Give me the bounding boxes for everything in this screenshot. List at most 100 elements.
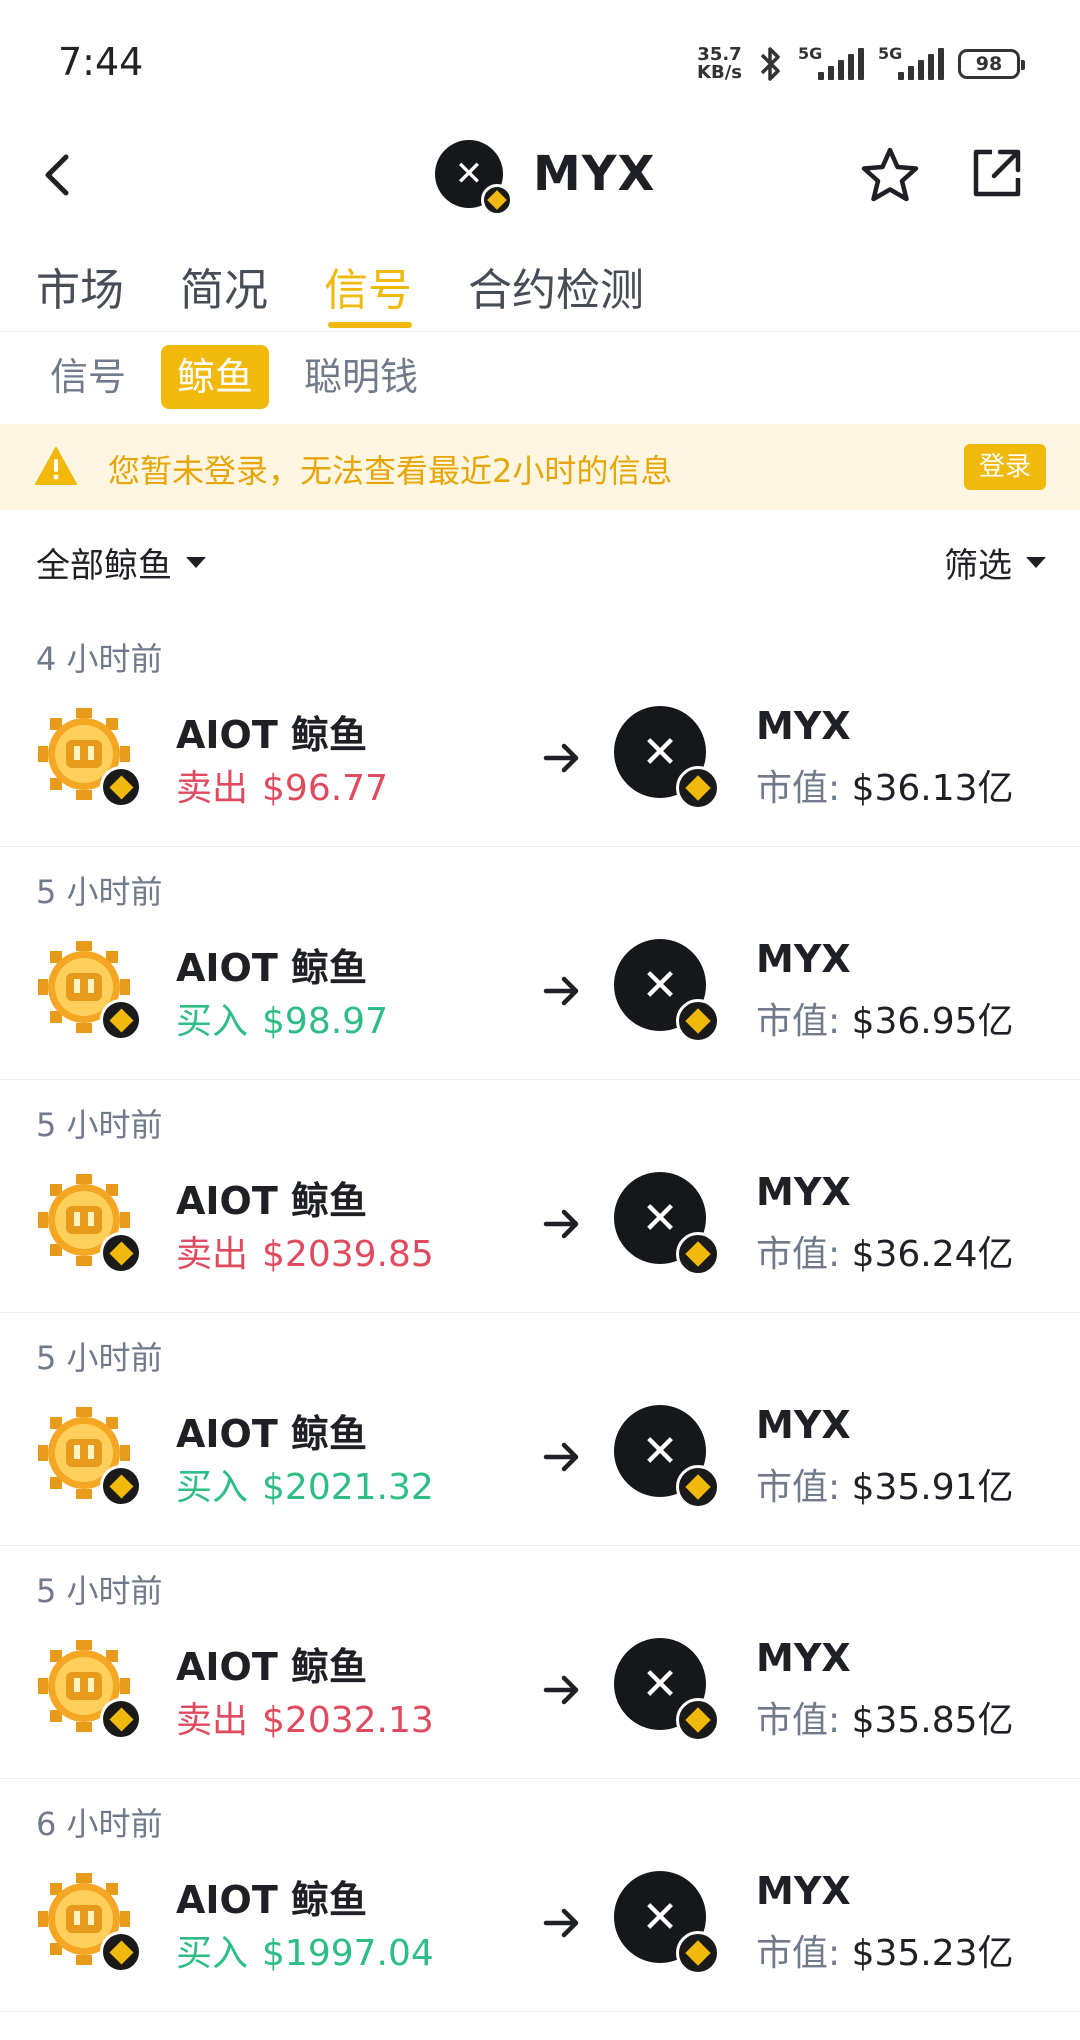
time-ago: 4 小时前 bbox=[36, 640, 163, 678]
whale-name: AIOT 鲸鱼 bbox=[176, 946, 368, 990]
myx-token-logo: ✕ bbox=[614, 1871, 720, 1975]
trade-info: 卖出 $96.77 bbox=[176, 759, 388, 811]
market-cap: 市值: $35.23亿 bbox=[756, 1924, 1014, 1976]
trade-amount: $1997.04 bbox=[262, 1933, 434, 1974]
token-name: MYX bbox=[756, 937, 851, 981]
trade-amount: $98.97 bbox=[262, 1001, 388, 1042]
myx-token-logo: ✕ bbox=[614, 706, 720, 810]
sub-tabs: 信号 鲸鱼 聪明钱 bbox=[0, 345, 1080, 410]
whale-filter-label: 全部鲸鱼 bbox=[36, 546, 172, 586]
filter-row: 全部鲸鱼 筛选 bbox=[0, 530, 1080, 590]
market-cap-value: $35.85亿 bbox=[851, 1700, 1014, 1741]
arrow-right-icon bbox=[543, 743, 579, 773]
whale-avatar bbox=[36, 1405, 142, 1507]
market-cap-value: $36.95亿 bbox=[851, 1001, 1014, 1042]
arrow-right-icon bbox=[543, 1675, 579, 1705]
whale-name: AIOT 鲸鱼 bbox=[176, 1645, 368, 1689]
myx-logo-icon: ✕ bbox=[641, 1425, 679, 1477]
nav-header: ✕ MYX bbox=[0, 120, 1080, 230]
arrow-right-icon bbox=[543, 1908, 579, 1938]
whale-signal-list: 4 小时前 AIOT 鲸鱼 卖出 $96.77 ✕ MYX 市值: $36.13… bbox=[0, 614, 1080, 2012]
star-icon[interactable] bbox=[858, 144, 922, 208]
trade-action: 卖出 bbox=[176, 768, 249, 809]
trade-amount: $2032.13 bbox=[262, 1700, 434, 1741]
market-cap: 市值: $36.95亿 bbox=[756, 992, 1014, 1044]
market-cap-value: $36.24亿 bbox=[851, 1234, 1014, 1275]
subtab-smart-money[interactable]: 聪明钱 bbox=[304, 345, 418, 409]
myx-logo-icon: ✕ bbox=[641, 1192, 679, 1244]
signal-row[interactable]: 6 小时前 AIOT 鲸鱼 买入 $1997.04 ✕ MYX 市值: $35.… bbox=[0, 1779, 1080, 2012]
status-bar: 7:44 35.7 KB/s 5G 5G 98 bbox=[0, 0, 1080, 120]
trade-action: 卖出 bbox=[176, 1700, 249, 1741]
signal-row[interactable]: 5 小时前 AIOT 鲸鱼 买入 $2021.32 ✕ MYX 市值: $35.… bbox=[0, 1313, 1080, 1546]
bnb-chain-icon bbox=[100, 999, 142, 1041]
chevron-left-icon bbox=[45, 154, 69, 196]
trade-action: 买入 bbox=[176, 1467, 249, 1508]
trade-action: 卖出 bbox=[176, 1234, 249, 1275]
status-icons: 35.7 KB/s 5G 5G 98 bbox=[697, 40, 1025, 88]
caret-down-icon bbox=[1026, 557, 1046, 568]
myx-logo-icon: ✕ bbox=[641, 726, 679, 778]
bnb-chain-icon bbox=[676, 999, 720, 1043]
market-cap-label: 市值: bbox=[756, 1933, 841, 1974]
page-title: MYX bbox=[533, 146, 656, 202]
market-cap-label: 市值: bbox=[756, 1700, 841, 1741]
active-tab-indicator bbox=[328, 322, 412, 328]
market-cap-value: $36.13亿 bbox=[851, 768, 1014, 809]
whale-name: AIOT 鲸鱼 bbox=[176, 1412, 368, 1456]
market-cap: 市值: $36.13亿 bbox=[756, 759, 1014, 811]
market-cap-label: 市值: bbox=[756, 1234, 841, 1275]
bnb-chain-icon bbox=[481, 184, 513, 216]
bnb-chain-icon bbox=[676, 1931, 720, 1975]
trade-action: 买入 bbox=[176, 1001, 249, 1042]
time-ago: 5 小时前 bbox=[36, 1339, 163, 1377]
token-name: MYX bbox=[756, 1403, 851, 1447]
arrow-right-icon bbox=[543, 1442, 579, 1472]
bnb-chain-icon bbox=[676, 1698, 720, 1742]
token-name: MYX bbox=[756, 704, 851, 748]
market-cap-label: 市值: bbox=[756, 768, 841, 809]
token-name: MYX bbox=[756, 1869, 851, 1913]
whale-avatar bbox=[36, 1638, 142, 1740]
filter-label: 筛选 bbox=[944, 546, 1012, 586]
subtab-signals[interactable]: 信号 bbox=[50, 345, 126, 409]
signal-icon: 5G bbox=[878, 44, 944, 80]
trade-action: 买入 bbox=[176, 1933, 249, 1974]
signal-row[interactable]: 5 小时前 AIOT 鲸鱼 买入 $98.97 ✕ MYX 市值: $36.95… bbox=[0, 847, 1080, 1080]
trade-info: 买入 $1997.04 bbox=[176, 1924, 434, 1976]
share-icon[interactable] bbox=[964, 142, 1028, 206]
trade-amount: $2021.32 bbox=[262, 1467, 434, 1508]
network-speed: 35.7 KB/s bbox=[697, 44, 742, 83]
tab-overview[interactable]: 简况 bbox=[180, 254, 268, 318]
bnb-chain-icon bbox=[100, 1465, 142, 1507]
tab-market[interactable]: 市场 bbox=[36, 254, 124, 318]
whale-filter-dropdown[interactable]: 全部鲸鱼 bbox=[36, 538, 206, 587]
subtab-whales[interactable]: 鲸鱼 bbox=[161, 345, 270, 409]
trade-amount: $96.77 bbox=[262, 768, 388, 809]
signal-row[interactable]: 4 小时前 AIOT 鲸鱼 卖出 $96.77 ✕ MYX 市值: $36.13… bbox=[0, 614, 1080, 847]
signal-row[interactable]: 5 小时前 AIOT 鲸鱼 卖出 $2032.13 ✕ MYX 市值: $35.… bbox=[0, 1546, 1080, 1779]
token-title: ✕ MYX bbox=[435, 140, 656, 216]
time-ago: 5 小时前 bbox=[36, 873, 163, 911]
bnb-chain-icon bbox=[676, 1465, 720, 1509]
time-ago: 5 小时前 bbox=[36, 1106, 163, 1144]
bluetooth-icon bbox=[760, 47, 780, 81]
myx-logo-icon: ✕ bbox=[641, 1891, 679, 1943]
tab-signals[interactable]: 信号 bbox=[324, 254, 412, 318]
market-cap-label: 市值: bbox=[756, 1467, 841, 1508]
bnb-chain-icon bbox=[100, 1931, 142, 1973]
banner-message: 您暂未登录，无法查看最近2小时的信息 bbox=[108, 452, 673, 490]
filter-dropdown[interactable]: 筛选 bbox=[944, 538, 1046, 587]
market-cap: 市值: $35.85亿 bbox=[756, 1691, 1014, 1743]
time-ago: 5 小时前 bbox=[36, 1572, 163, 1610]
signal-row[interactable]: 5 小时前 AIOT 鲸鱼 卖出 $2039.85 ✕ MYX 市值: $36.… bbox=[0, 1080, 1080, 1313]
myx-logo-icon: ✕ bbox=[641, 1658, 679, 1710]
market-cap: 市值: $35.91亿 bbox=[756, 1458, 1014, 1510]
myx-token-logo: ✕ bbox=[614, 1172, 720, 1276]
whale-avatar bbox=[36, 939, 142, 1041]
warning-icon bbox=[35, 447, 77, 485]
tab-contract-check[interactable]: 合约检测 bbox=[468, 254, 644, 318]
whale-avatar bbox=[36, 1172, 142, 1274]
login-button[interactable]: 登录 bbox=[964, 444, 1046, 490]
back-button[interactable] bbox=[28, 145, 88, 205]
